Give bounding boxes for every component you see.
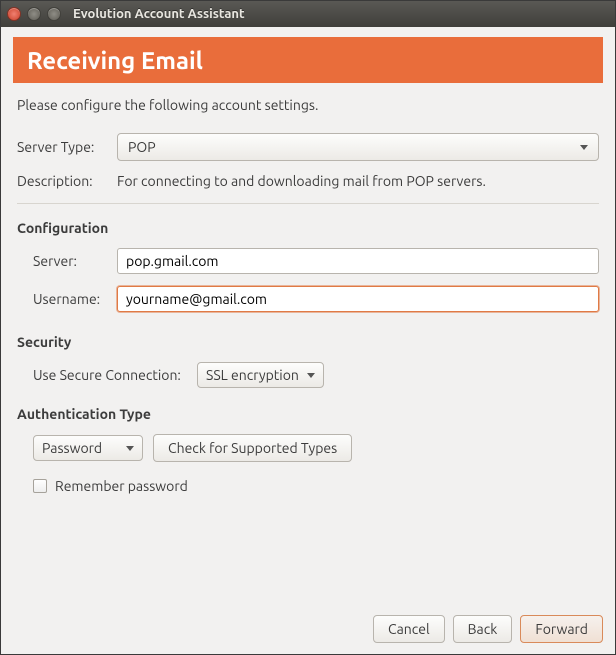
back-label: Back [468,621,498,637]
divider [17,203,599,204]
intro-text: Please configure the following account s… [17,97,599,113]
description-text: For connecting to and downloading mail f… [117,173,486,189]
footer: Cancel Back Forward [1,602,615,654]
remember-password-checkbox[interactable] [33,479,47,493]
chevron-down-icon [126,446,134,451]
check-supported-types-button[interactable]: Check for Supported Types [153,434,352,462]
titlebar: Evolution Account Assistant [1,1,615,27]
username-label: Username: [17,291,117,307]
chevron-down-icon [307,373,315,378]
auth-type-dropdown[interactable]: Password [33,435,143,461]
secure-connection-dropdown[interactable]: SSL encryption [197,362,324,388]
server-type-value: POP [128,139,156,155]
page-header: Receiving Email [13,37,603,83]
configuration-title: Configuration [17,220,599,236]
window-minimize-button[interactable] [27,7,41,21]
username-input[interactable] [117,286,599,312]
auth-type-value: Password [42,440,102,456]
window-close-button[interactable] [7,7,21,21]
check-supported-types-label: Check for Supported Types [168,440,337,456]
window-maximize-button[interactable] [47,7,61,21]
security-title: Security [17,334,599,350]
cancel-label: Cancel [388,621,430,637]
forward-label: Forward [535,621,588,637]
server-type-dropdown[interactable]: POP [117,133,599,161]
page-title: Receiving Email [27,47,203,74]
description-label: Description: [17,173,117,189]
secure-connection-value: SSL encryption [206,367,299,383]
secure-connection-label: Use Secure Connection: [17,367,197,383]
window-title: Evolution Account Assistant [73,7,245,21]
remember-password-label: Remember password [55,478,188,494]
window: Evolution Account Assistant Receiving Em… [0,0,616,655]
server-input[interactable] [117,248,599,274]
server-type-label: Server Type: [17,139,117,155]
chevron-down-icon [580,145,588,150]
server-label: Server: [17,253,117,269]
cancel-button[interactable]: Cancel [373,615,445,643]
auth-title: Authentication Type [17,406,599,422]
back-button[interactable]: Back [453,615,513,643]
content-area: Receiving Email Please configure the fol… [1,27,615,602]
forward-button[interactable]: Forward [520,615,603,643]
